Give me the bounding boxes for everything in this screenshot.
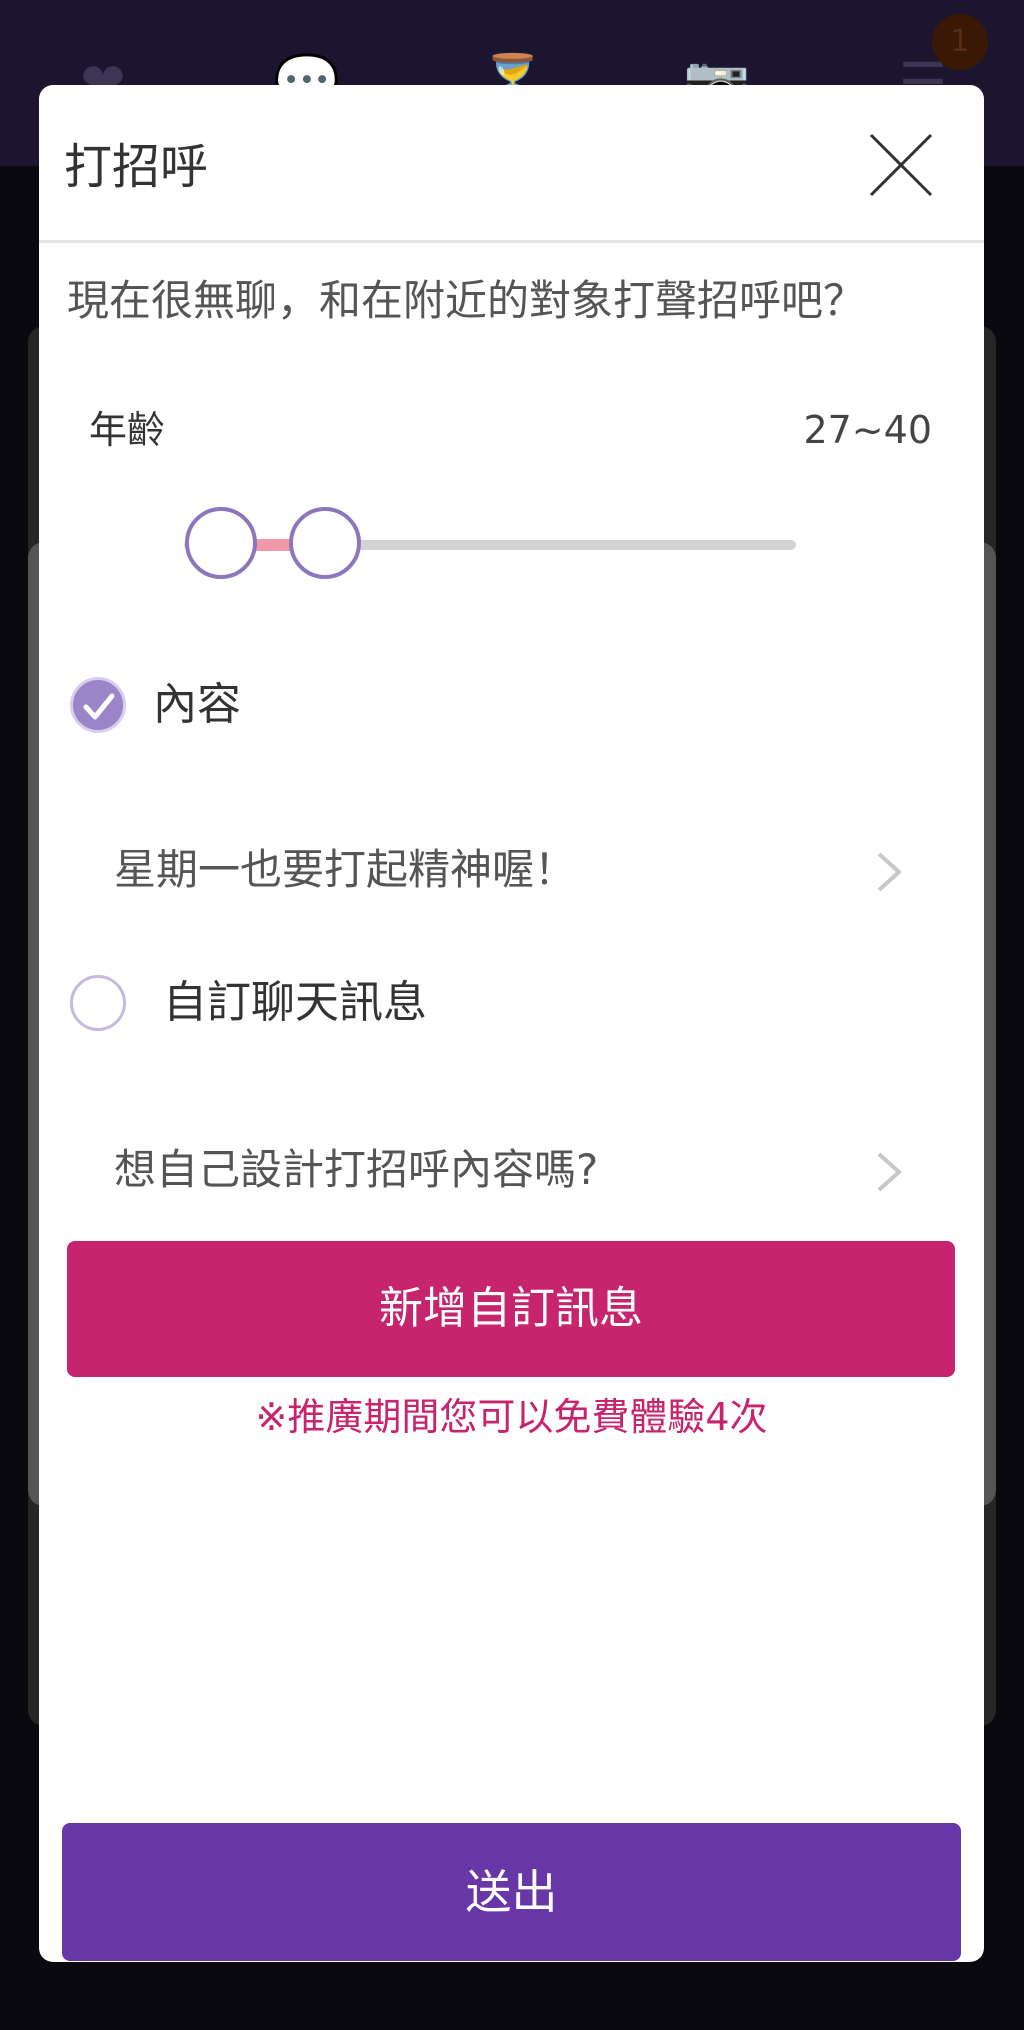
content-message-text: 星期一也要打起精神喔！	[114, 845, 577, 894]
slider-min-thumb[interactable]	[184, 507, 257, 579]
chevron-right-icon	[877, 852, 902, 892]
greeting-dialog: 打招呼 現在很無聊，和在附近的對象打聲招呼吧？ 年齡 27~40 內容 星期一也…	[39, 85, 984, 1962]
dialog-subtitle: 現在很無聊，和在附近的對象打聲招呼吧？	[67, 276, 866, 325]
slider-max-thumb[interactable]	[288, 507, 361, 579]
age-label: 年齡	[89, 408, 166, 452]
content-radio[interactable]	[70, 677, 126, 733]
add-custom-message-button[interactable]: 新增自訂訊息	[67, 1241, 955, 1377]
content-option-label: 內容	[153, 679, 241, 730]
close-button[interactable]	[861, 125, 941, 205]
send-button[interactable]: 送出	[62, 1823, 961, 1961]
custom-message-radio[interactable]	[70, 975, 126, 1031]
custom-option-label: 自訂聊天訊息	[163, 977, 427, 1028]
dialog-title: 打招呼	[64, 139, 209, 195]
checkmark-icon	[83, 693, 115, 720]
notification-badge: 1	[932, 14, 988, 70]
age-value: 27~40	[803, 408, 932, 452]
close-icon	[869, 133, 933, 197]
custom-message-row[interactable]: 想自己設計打招呼內容嗎?	[39, 1115, 984, 1225]
dialog-header: 打招呼	[39, 85, 984, 243]
custom-message-text: 想自己設計打招呼內容嗎?	[114, 1145, 599, 1194]
promo-text: ※推廣期間您可以免費體驗4次	[255, 1395, 768, 1439]
age-range-slider[interactable]	[184, 507, 796, 579]
chevron-right-icon	[877, 1152, 902, 1192]
content-message-row[interactable]: 星期一也要打起精神喔！	[39, 815, 984, 925]
